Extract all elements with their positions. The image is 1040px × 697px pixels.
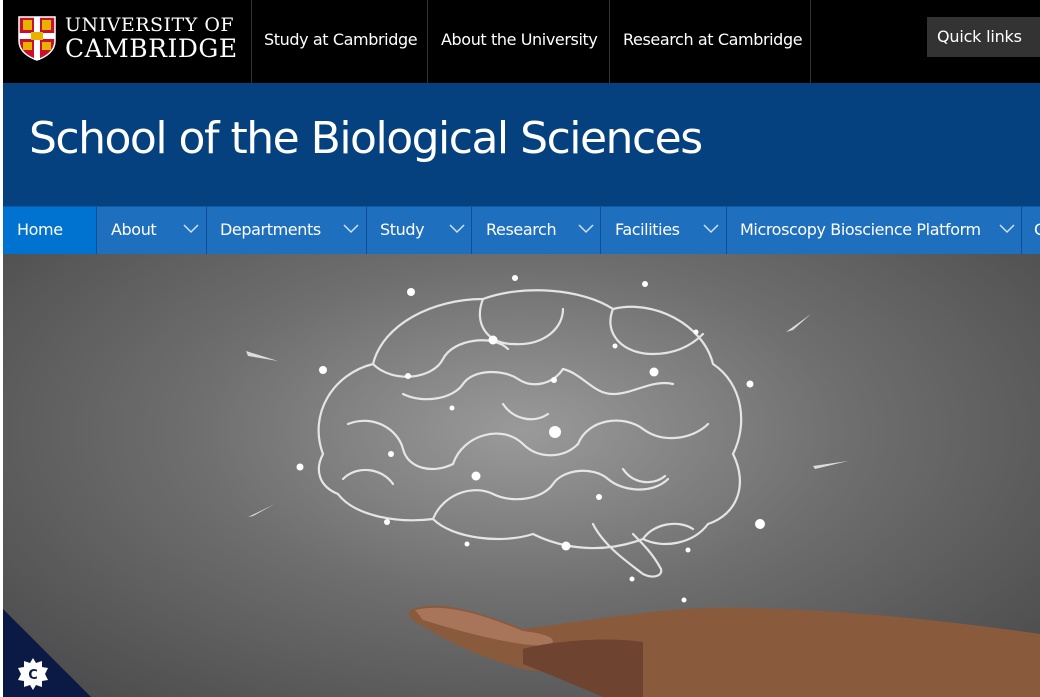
nav-item-study[interactable]: Study (367, 207, 472, 254)
nav-item-departments[interactable]: Departments (207, 207, 367, 254)
svg-text:C: C (28, 668, 38, 683)
chevron-down-icon[interactable] (578, 223, 594, 235)
header-divider (427, 0, 428, 83)
nav-item-facilities[interactable]: Facilities (601, 207, 727, 254)
nav-item-label: Research (486, 220, 557, 239)
nav-item-about[interactable]: About (97, 207, 207, 254)
header-divider (810, 0, 811, 83)
top-link-about[interactable]: About the University (441, 0, 598, 83)
nav-item-label: Home (17, 220, 63, 239)
wordmark-line-1: UNIVERSITY OF (65, 13, 235, 36)
header-divider (251, 0, 252, 83)
cookie-settings-icon[interactable]: C (16, 657, 50, 691)
hero-image: C (3, 254, 1040, 697)
nav-item-research[interactable]: Research (472, 207, 601, 254)
chevron-down-icon[interactable] (183, 223, 199, 235)
site-title[interactable]: School of the Biological Sciences (29, 113, 703, 164)
chevron-down-icon[interactable] (449, 223, 465, 235)
nav-item-label: Departments (220, 220, 321, 239)
global-header: UNIVERSITY OF CAMBRIDGE Study at Cambrid… (3, 0, 1040, 83)
chevron-down-icon[interactable] (703, 223, 719, 235)
brain-in-hand-illustration (246, 275, 1040, 697)
nav-item-label: C (1034, 220, 1040, 239)
nav-item-microscopy[interactable]: Microscopy Bioscience Platform (727, 207, 1022, 254)
university-logo[interactable]: UNIVERSITY OF CAMBRIDGE (17, 15, 238, 61)
top-link-study[interactable]: Study at Cambridge (264, 0, 418, 83)
chevron-down-icon[interactable] (343, 223, 359, 235)
nav-item-home[interactable]: Home (3, 207, 97, 254)
nav-item-label: About (111, 220, 157, 239)
chevron-down-icon[interactable] (999, 223, 1015, 235)
nav-item-label: Facilities (615, 220, 680, 239)
wordmark-line-2: CAMBRIDGE (65, 33, 238, 63)
nav-item-label: Microscopy Bioscience Platform (740, 220, 981, 239)
main-navigation: Home About Departments Study Research Fa… (3, 207, 1040, 254)
nav-item-overflow[interactable]: C (1022, 207, 1040, 254)
top-link-research[interactable]: Research at Cambridge (623, 0, 803, 83)
university-crest-icon (18, 16, 56, 61)
header-divider (609, 0, 610, 83)
nav-item-label: Study (380, 220, 425, 239)
university-wordmark: UNIVERSITY OF CAMBRIDGE (65, 13, 238, 63)
site-banner: School of the Biological Sciences (3, 83, 1040, 207)
quick-links-button[interactable]: Quick links (927, 17, 1040, 57)
